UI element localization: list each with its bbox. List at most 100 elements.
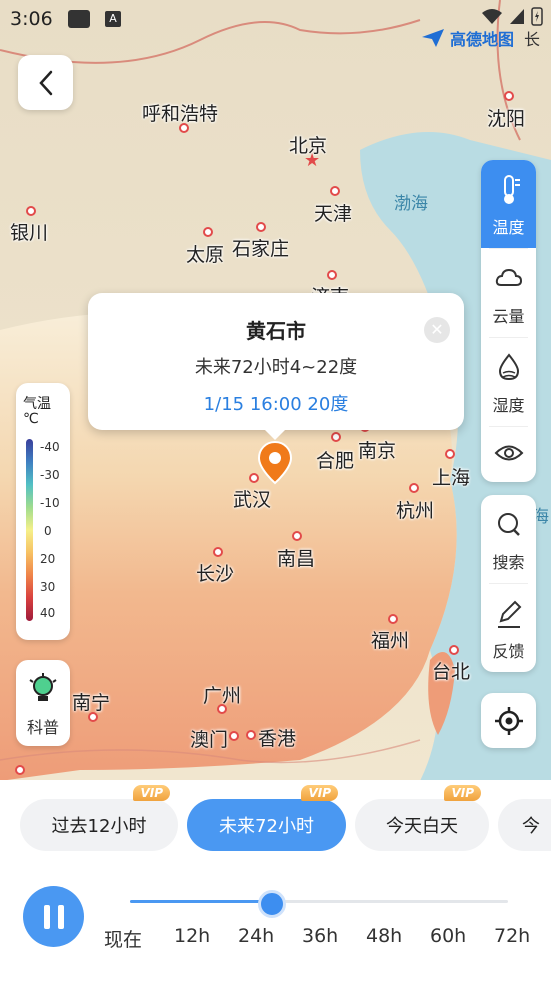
weather-map[interactable]: 3:06 A 高德地图 长 呼和浩特 北京 ★ 沈阳 银川 天津 太原 石家庄 … — [0, 0, 551, 781]
city-dot — [217, 704, 227, 714]
thermometer-icon — [504, 175, 520, 204]
city-label: 南宁 — [72, 692, 111, 714]
timeline-label: 72h — [494, 925, 531, 947]
eye-icon — [494, 445, 524, 461]
city-label: 沈阳 — [487, 108, 526, 130]
timeline-label: 48h — [366, 925, 403, 947]
city-dot — [246, 730, 256, 740]
timeline-label: 24h — [238, 925, 275, 947]
gallery-icon — [68, 10, 90, 28]
layer-visibility-toggle[interactable] — [481, 427, 536, 482]
locate-button[interactable] — [481, 693, 536, 748]
layer-label: 云量 — [492, 307, 525, 326]
temperature-legend: 气温 ℃ -40 -30 -10 0 20 30 40 — [16, 383, 70, 640]
city-label: 武汉 — [233, 489, 272, 511]
notification-icon: A — [105, 11, 121, 27]
city-dot — [445, 449, 455, 459]
city-dot — [449, 645, 459, 655]
popup-current-temp: 1/15 16:00 20度 — [203, 394, 349, 415]
pencil-icon — [498, 600, 522, 628]
location-pin-icon — [258, 441, 292, 485]
brand-name: 高德地图 — [450, 30, 515, 49]
city-dot — [504, 91, 514, 101]
crosshair-icon — [494, 706, 523, 735]
city-label: 合肥 — [316, 450, 355, 472]
location-popup[interactable]: 黄石市 未来72小时4~22度 1/15 16:00 20度 ✕ — [88, 293, 464, 440]
city-dot — [26, 206, 36, 216]
timeline-knob[interactable] — [257, 890, 286, 918]
timeline-fill — [130, 900, 272, 903]
tab-label: 今 — [522, 816, 540, 837]
layer-cloud[interactable]: 云量 — [481, 249, 536, 337]
legend-tick: -30 — [40, 468, 60, 482]
city-label: 杭州 — [396, 500, 435, 522]
city-label: 长沙 — [196, 563, 235, 585]
timeline-label: 60h — [430, 925, 467, 947]
city-label: 香港 — [258, 728, 297, 750]
legend-tick: 30 — [40, 580, 56, 594]
feedback-button[interactable]: 反馈 — [481, 584, 536, 672]
city-dot — [327, 270, 337, 280]
search-button[interactable]: 搜索 — [481, 495, 536, 583]
pause-button[interactable] — [23, 886, 84, 947]
capital-star-icon: ★ — [304, 150, 321, 171]
brand-logo: 高德地图 长 — [420, 26, 540, 50]
time-range-tabs: 过去12小时 VIP 未来72小时 VIP 今天白天 VIP 今 — [0, 780, 551, 880]
pause-icon — [43, 904, 50, 929]
city-label: 澳门 — [190, 729, 229, 751]
wifi-icon — [482, 9, 502, 24]
city-dot — [229, 731, 239, 741]
tab-label: 今天白天 — [386, 816, 458, 837]
city-dot — [256, 222, 266, 232]
popup-city-name: 黄石市 — [246, 319, 306, 343]
legend-tick: 20 — [40, 552, 56, 566]
city-dot — [203, 227, 213, 237]
timeline-slider[interactable] — [130, 890, 508, 918]
legend-tick: 40 — [40, 606, 56, 620]
legend-title: 气温 — [23, 396, 51, 412]
back-arrow-icon — [38, 70, 52, 95]
time-control-panel: 过去12小时 VIP 未来72小时 VIP 今天白天 VIP 今 — [0, 780, 551, 981]
tab-partial[interactable]: 今 — [498, 799, 551, 851]
tab-today-daytime[interactable]: 今天白天 VIP — [355, 785, 489, 851]
vip-badge: VIP — [133, 785, 170, 801]
layer-label: 温度 — [492, 218, 525, 237]
city-label: 南京 — [358, 440, 397, 462]
city-dot — [15, 765, 25, 775]
layer-temperature[interactable]: 温度 — [481, 160, 536, 248]
tab-past-12h[interactable]: 过去12小时 VIP — [20, 785, 178, 851]
timeline-label: 36h — [302, 925, 339, 947]
kepu-button[interactable]: 科普 — [16, 660, 70, 746]
signal-icon — [510, 9, 524, 24]
layer-humidity[interactable]: 湿度 — [481, 338, 536, 426]
city-dot — [409, 483, 419, 493]
city-dot — [388, 614, 398, 624]
city-label: 台北 — [432, 661, 471, 683]
tab-label: 过去12小时 — [51, 816, 147, 837]
city-label: 天津 — [314, 203, 353, 225]
city-label: 石家庄 — [232, 238, 290, 260]
legend-tick: -10 — [40, 496, 60, 510]
popup-tail — [263, 428, 287, 440]
back-button[interactable] — [18, 55, 73, 110]
feedback-label: 反馈 — [492, 642, 525, 661]
humidity-icon — [498, 353, 520, 381]
search-label: 搜索 — [492, 553, 525, 572]
city-label: 福州 — [371, 630, 410, 652]
layer-label: 湿度 — [492, 396, 525, 415]
city-label: 上海 — [432, 467, 471, 489]
city-label: 南昌 — [277, 548, 316, 570]
tab-next-72h[interactable]: 未来72小时 VIP — [187, 785, 346, 851]
status-time: 3:06 — [10, 8, 53, 30]
vip-badge: VIP — [301, 785, 338, 801]
sea-label: 渤海 — [394, 194, 428, 214]
legend-tick: 0 — [44, 524, 52, 538]
battery-icon — [531, 7, 543, 26]
popup-summary: 未来72小时4~22度 — [194, 357, 358, 378]
legend-color-bar — [26, 439, 33, 621]
city-dot — [330, 186, 340, 196]
popup-close-icon[interactable]: ✕ — [424, 317, 450, 343]
tab-label: 未来72小时 — [219, 816, 314, 837]
legend-tick: -40 — [40, 440, 60, 454]
city-label: 呼和浩特 — [142, 103, 219, 125]
